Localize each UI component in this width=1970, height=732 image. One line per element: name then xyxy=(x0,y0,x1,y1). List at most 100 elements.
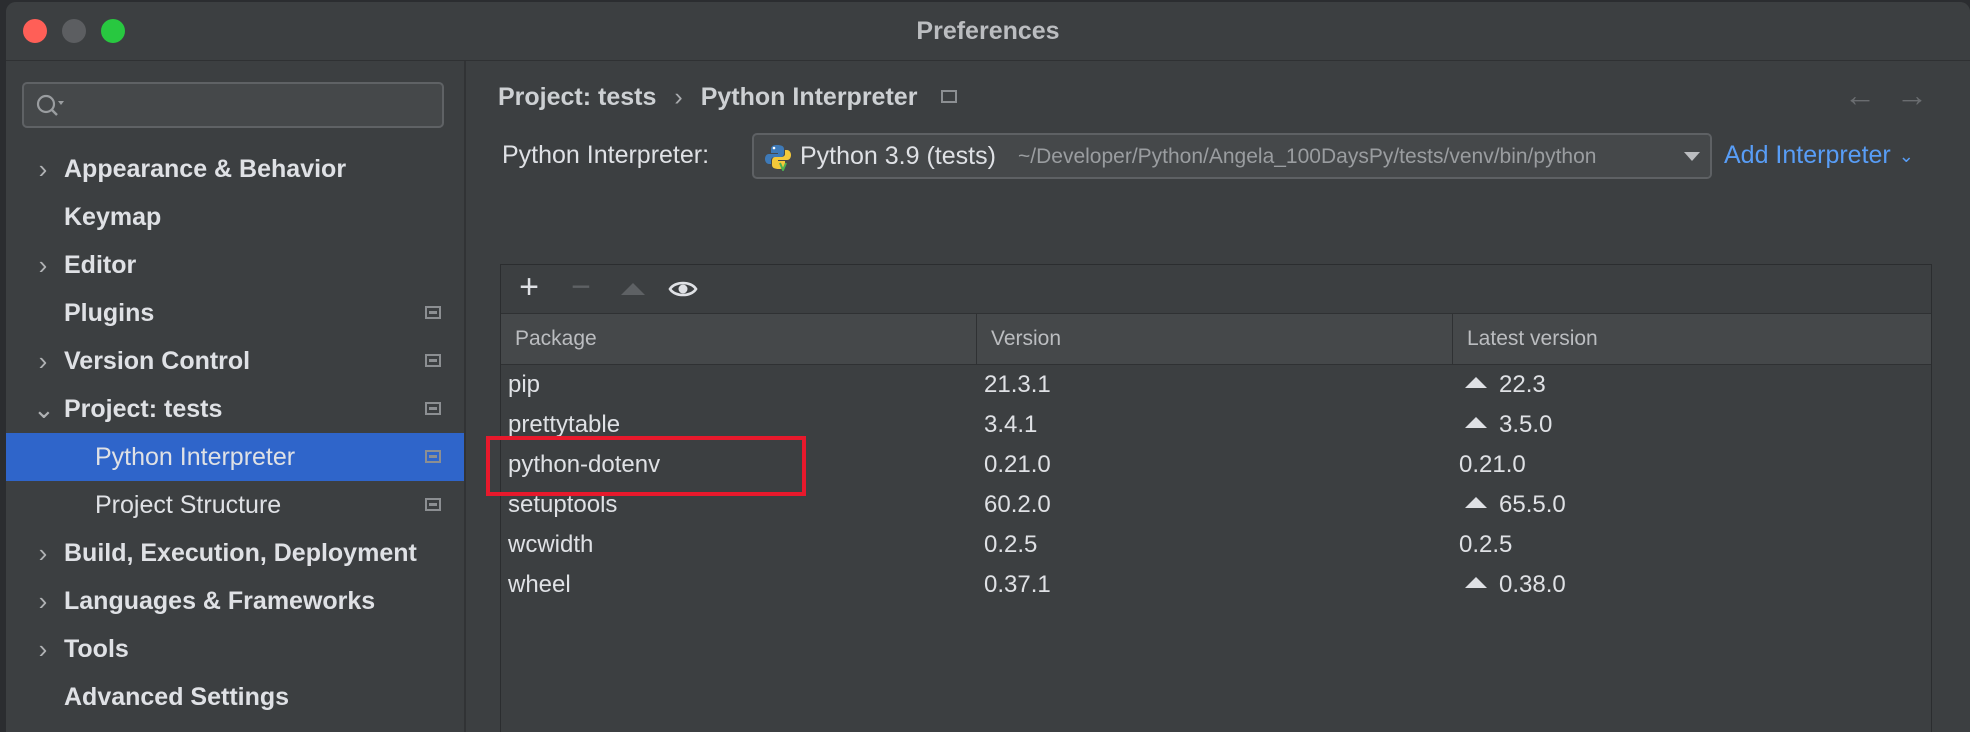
sidebar-item-editor[interactable]: › Editor xyxy=(6,241,464,289)
package-latest-cell: 3.5.0 xyxy=(1459,405,1552,445)
chevron-right-icon[interactable]: › xyxy=(33,145,53,193)
chevron-down-icon[interactable]: ⌄ xyxy=(33,385,55,433)
table-row[interactable]: setuptools 60.2.0 65.5.0 xyxy=(501,485,1931,525)
history-navigation: ← → xyxy=(1824,77,1928,114)
sidebar-item-label: Tools xyxy=(64,635,129,663)
settings-search-input[interactable] xyxy=(22,82,444,128)
chevron-right-icon[interactable]: › xyxy=(33,337,53,385)
search-icon xyxy=(36,94,64,116)
packages-table-body: pip 21.3.1 22.3 prettytable 3.4.1 3.5.0 python… xyxy=(501,365,1931,605)
interpreter-path: ~/Developer/Python/Angela_100DaysPy/test… xyxy=(1018,145,1597,168)
chevron-right-icon[interactable]: › xyxy=(33,577,53,625)
add-interpreter-label: Add Interpreter xyxy=(1724,141,1891,169)
sidebar-item-version-control[interactable]: › Version Control xyxy=(6,337,464,385)
show-early-releases-button[interactable] xyxy=(667,273,699,305)
project-scope-icon xyxy=(425,354,441,367)
sidebar-item-languages-frameworks[interactable]: › Languages & Frameworks xyxy=(6,577,464,625)
upgrade-available-icon xyxy=(1465,577,1487,589)
package-name-cell: wcwidth xyxy=(508,531,594,558)
column-header-package[interactable]: Package xyxy=(501,314,977,364)
sidebar-item-keymap[interactable]: Keymap xyxy=(6,193,464,241)
sidebar-item-build-execution-deployment[interactable]: › Build, Execution, Deployment xyxy=(6,529,464,577)
sidebar-item-advanced-settings[interactable]: Advanced Settings xyxy=(6,673,464,721)
breadcrumb-separator: › xyxy=(674,83,683,111)
sidebar-item-tools[interactable]: › Tools xyxy=(6,625,464,673)
sidebar-item-label: Editor xyxy=(64,251,137,279)
sidebar-item-label: Python Interpreter xyxy=(95,443,296,471)
table-row[interactable]: pip 21.3.1 22.3 xyxy=(501,365,1931,405)
table-row[interactable]: wheel 0.37.1 0.38.0 xyxy=(501,565,1931,605)
interpreter-label: Python Interpreter: xyxy=(502,141,710,169)
back-arrow-icon[interactable]: ← xyxy=(1844,77,1876,113)
window-title: Preferences xyxy=(916,17,1060,45)
package-name-cell: setuptools xyxy=(508,491,618,518)
chevron-right-icon[interactable]: › xyxy=(33,625,53,673)
table-row[interactable]: prettytable 3.4.1 3.5.0 xyxy=(501,405,1931,445)
package-latest-cell: 0.21.0 xyxy=(1459,445,1526,485)
package-latest-cell: 65.5.0 xyxy=(1459,485,1566,525)
sidebar-item-label: Project: tests xyxy=(64,395,223,423)
breadcrumb: Project: tests › Python Interpreter xyxy=(498,83,958,112)
preferences-window: Preferences › Appearance & Behavior Keymap… xyxy=(6,2,1970,732)
title-bar: Preferences xyxy=(6,2,1970,61)
upgrade-available-icon xyxy=(1465,417,1487,429)
package-name-cell: wheel xyxy=(508,571,571,598)
package-version-cell: 0.21.0 xyxy=(984,451,1051,478)
add-interpreter-link[interactable]: Add Interpreter ⌄ xyxy=(1724,141,1914,170)
latest-version-text: 3.5.0 xyxy=(1499,411,1553,438)
packages-panel: + − Package Version Latest version pip 21… xyxy=(500,264,1932,732)
latest-version-text: 22.3 xyxy=(1499,371,1546,398)
project-scope-icon xyxy=(425,306,441,319)
table-row[interactable]: wcwidth 0.2.5 0.2.5 xyxy=(501,525,1931,565)
project-scope-icon xyxy=(941,89,958,103)
sidebar-item-appearance-behavior[interactable]: › Appearance & Behavior xyxy=(6,145,464,193)
package-version-cell: 3.4.1 xyxy=(984,411,1038,438)
package-name-cell: python-dotenv xyxy=(508,451,661,478)
package-latest-cell: 0.38.0 xyxy=(1459,565,1566,605)
settings-nav-tree: › Appearance & Behavior Keymap › Editor Plugi… xyxy=(6,145,464,721)
eye-icon xyxy=(668,281,698,297)
column-header-latest-version[interactable]: Latest version xyxy=(1453,314,1931,364)
latest-version-text: 0.38.0 xyxy=(1499,571,1566,598)
latest-version-text: 65.5.0 xyxy=(1499,491,1566,518)
breadcrumb-current: Python Interpreter xyxy=(700,83,918,111)
interpreter-name: Python 3.9 (tests) xyxy=(800,142,996,170)
package-version-cell: 0.37.1 xyxy=(984,571,1051,598)
sidebar-item-label: Build, Execution, Deployment xyxy=(64,539,417,567)
sidebar-item-python-interpreter[interactable]: Python Interpreter xyxy=(6,433,464,481)
chevron-right-icon[interactable]: › xyxy=(33,241,53,289)
chevron-down-icon: ⌄ xyxy=(1898,145,1914,166)
sidebar-item-project-structure[interactable]: Project Structure xyxy=(6,481,464,529)
forward-arrow-icon[interactable]: → xyxy=(1896,77,1928,113)
python-icon xyxy=(765,145,791,171)
settings-content: Project: tests › Python Interpreter ← → Pyt… xyxy=(466,61,1970,732)
table-row[interactable]: python-dotenv 0.21.0 0.21.0 xyxy=(501,445,1931,485)
upgrade-package-button[interactable] xyxy=(617,273,649,305)
sidebar-item-label: Keymap xyxy=(64,203,162,231)
chevron-down-icon xyxy=(1684,152,1700,161)
project-scope-icon xyxy=(425,402,441,415)
sidebar-item-project-tests[interactable]: ⌄ Project: tests xyxy=(6,385,464,433)
install-package-button[interactable]: + xyxy=(513,270,545,305)
latest-version-text: 0.2.5 xyxy=(1459,531,1513,558)
package-version-cell: 0.2.5 xyxy=(984,531,1038,558)
package-latest-cell: 0.2.5 xyxy=(1459,525,1512,565)
sidebar-item-plugins[interactable]: Plugins xyxy=(6,289,464,337)
breadcrumb-parent[interactable]: Project: tests xyxy=(498,83,656,111)
packages-table-header: Package Version Latest version xyxy=(501,314,1931,365)
settings-sidebar: › Appearance & Behavior Keymap › Editor Plugi… xyxy=(6,61,466,732)
package-version-cell: 60.2.0 xyxy=(984,491,1051,518)
package-name-cell: prettytable xyxy=(508,411,621,438)
project-scope-icon xyxy=(425,450,441,463)
upgrade-available-icon xyxy=(1465,497,1487,509)
package-version-cell: 21.3.1 xyxy=(984,371,1051,398)
column-header-version[interactable]: Version xyxy=(977,314,1453,364)
sidebar-item-label: Advanced Settings xyxy=(64,683,290,711)
sidebar-item-label: Version Control xyxy=(64,347,251,375)
uninstall-package-button[interactable]: − xyxy=(565,270,597,305)
sidebar-item-label: Project Structure xyxy=(95,491,282,519)
sidebar-item-label: Appearance & Behavior xyxy=(64,155,347,183)
chevron-right-icon[interactable]: › xyxy=(33,529,53,577)
interpreter-select[interactable]: Python 3.9 (tests) ~/Developer/Python/An… xyxy=(752,133,1712,179)
sidebar-item-label: Plugins xyxy=(64,299,155,327)
